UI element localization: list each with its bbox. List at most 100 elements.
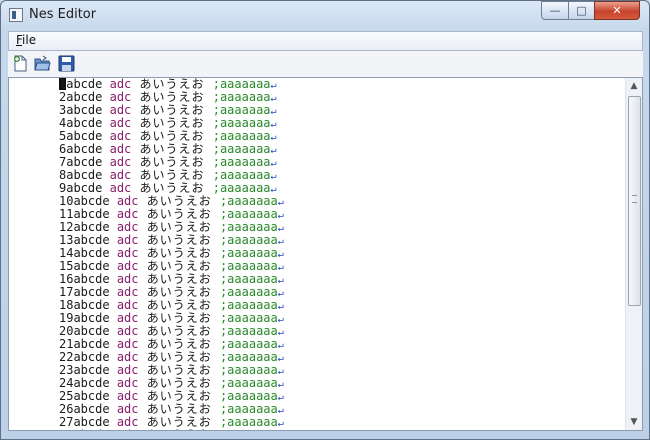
editor-lines: 1abcde adc あいうえお ;aaaaaaa↵ 2abcde adc あいう… — [59, 77, 284, 431]
line-keyword: adc — [116, 285, 139, 299]
line-text: abcde — [66, 181, 110, 195]
eol-icon: ↵ — [277, 236, 284, 247]
line-keyword: adc — [117, 428, 139, 431]
editor-line: 28abcde adc あいうえお ;aaaaaaa↵ — [59, 429, 284, 431]
app-icon[interactable] — [9, 8, 23, 22]
line-keyword: adc — [116, 415, 139, 429]
open-folder-icon — [34, 55, 51, 71]
new-file-icon — [14, 55, 27, 72]
line-text: abcde — [73, 207, 117, 221]
line-japanese: あいうえお — [138, 311, 220, 325]
line-japanese: あいうえお — [138, 324, 220, 338]
line-text: abcde — [73, 298, 117, 312]
line-comment: ;aaaaaaa — [219, 415, 278, 429]
scroll-up-icon[interactable]: ▲ — [626, 78, 642, 94]
title-bar[interactable]: Nes Editor — □ ✕ — [1, 1, 649, 31]
line-keyword: adc — [116, 311, 139, 325]
open-file-button[interactable] — [34, 55, 51, 72]
eol-icon: ↵ — [277, 210, 284, 221]
line-number: 21 — [59, 337, 74, 351]
line-number: 17 — [59, 285, 74, 299]
line-comment: ;aaaaaaa — [212, 116, 271, 130]
line-keyword: adc — [109, 90, 132, 104]
line-comment: ;aaaaaaa — [219, 298, 278, 312]
eol-icon: ↵ — [270, 93, 277, 104]
line-comment: ;aaaaaaa — [219, 220, 278, 234]
maximize-button[interactable]: □ — [568, 1, 595, 20]
line-text: abcde — [73, 285, 117, 299]
line-japanese: あいうえお — [131, 77, 213, 91]
vertical-scrollbar[interactable]: ▲ ▼ — [625, 78, 642, 430]
line-keyword: adc — [109, 116, 132, 130]
menu-file[interactable]: File — [16, 33, 36, 47]
eol-icon: ↵ — [277, 392, 284, 403]
new-file-button[interactable] — [12, 55, 29, 72]
line-number: 24 — [59, 376, 74, 390]
line-japanese: あいうえお — [138, 246, 220, 260]
line-comment: ;aaaaaaa — [219, 285, 278, 299]
line-keyword: adc — [116, 363, 139, 377]
line-text: abcde — [73, 363, 117, 377]
eol-icon: ↵ — [277, 314, 284, 325]
line-comment: ;aaaaaaa — [219, 259, 278, 273]
line-japanese: あいうえお — [138, 402, 220, 416]
line-keyword: adc — [109, 103, 132, 117]
eol-icon: ↵ — [277, 405, 284, 416]
line-comment: ;aaaaaaa — [212, 155, 271, 169]
line-japanese: あいうえお — [138, 363, 220, 377]
line-comment: ;aaaaaaa — [219, 272, 278, 286]
line-comment: ;aaaaaaa — [219, 376, 278, 390]
line-text: abcde — [66, 116, 110, 130]
line-text: abcde — [66, 129, 110, 143]
line-keyword: adc — [116, 324, 139, 338]
line-keyword: adc — [116, 259, 139, 273]
line-text: abcde — [66, 90, 110, 104]
line-number: 13 — [59, 233, 74, 247]
line-keyword: adc — [116, 272, 139, 286]
eol-icon: ↵ — [277, 353, 284, 364]
line-japanese: あいうえお — [138, 285, 220, 299]
line-japanese: あいうえお — [138, 415, 220, 429]
line-japanese: あいうえお — [131, 103, 213, 117]
line-japanese: あいうえお — [138, 194, 220, 208]
line-text: abcde — [73, 376, 117, 390]
scrollbar-thumb[interactable] — [628, 96, 641, 306]
line-text: abcde — [66, 142, 110, 156]
line-number: 10 — [59, 194, 74, 208]
line-comment: ;aaaaaaa — [219, 207, 278, 221]
line-japanese: あいうえお — [131, 168, 213, 182]
line-japanese: あいうえお — [138, 298, 220, 312]
grip-icon — [632, 195, 637, 203]
close-button[interactable]: ✕ — [594, 1, 640, 20]
line-keyword: adc — [116, 194, 139, 208]
line-keyword: adc — [116, 376, 139, 390]
line-comment: ;aaaaaaa — [212, 103, 271, 117]
eol-icon: ↵ — [270, 158, 277, 169]
eol-icon: ↵ — [270, 119, 277, 130]
save-file-button[interactable] — [58, 55, 75, 72]
eol-icon: ↵ — [277, 340, 284, 351]
scroll-down-icon[interactable]: ▼ — [626, 414, 642, 430]
line-number: 27 — [59, 415, 74, 429]
line-number: 23 — [59, 363, 74, 377]
text-editor[interactable]: 1abcde adc あいうえお ;aaaaaaa↵ 2abcde adc あいう… — [8, 77, 643, 431]
line-japanese: あいうえお — [131, 155, 213, 169]
eol-icon: ↵ — [270, 106, 277, 117]
line-keyword: adc — [116, 389, 139, 403]
line-japanese: あいうえお — [139, 428, 220, 431]
minimize-icon: — — [549, 4, 561, 17]
eol-icon: ↵ — [277, 262, 284, 273]
line-number: 11 — [59, 207, 74, 221]
minimize-button[interactable]: — — [541, 1, 569, 20]
line-japanese: あいうえお — [138, 389, 220, 403]
eol-icon: ↵ — [270, 171, 277, 182]
line-keyword: adc — [109, 181, 132, 195]
line-comment: ;aaaaaaa — [219, 363, 278, 377]
save-disk-icon — [58, 55, 75, 72]
eol-icon: ↵ — [277, 249, 284, 260]
line-japanese: あいうえお — [131, 90, 213, 104]
menu-file-rest: ile — [22, 33, 37, 47]
line-japanese: あいうえお — [131, 129, 213, 143]
line-number: 12 — [59, 220, 74, 234]
line-comment: ;aaaaaaa — [219, 337, 278, 351]
